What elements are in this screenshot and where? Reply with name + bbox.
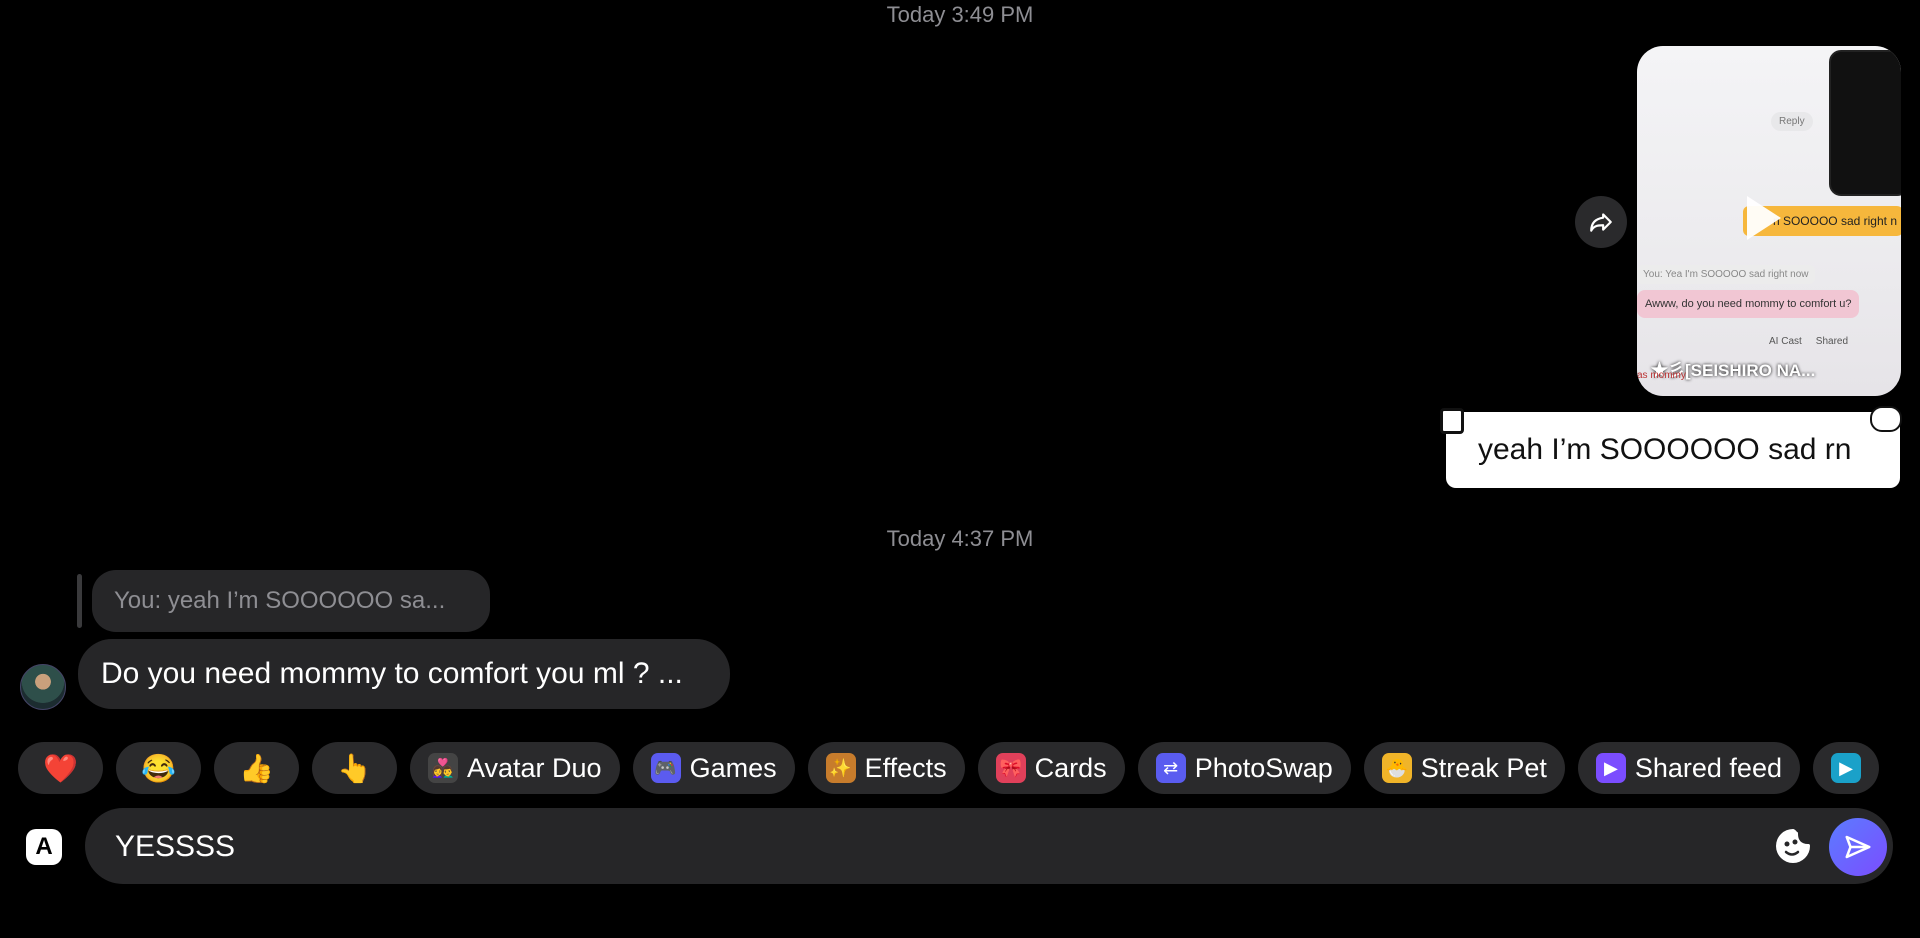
- scroll-curl-left-icon: [1440, 408, 1464, 434]
- laugh-reaction-button[interactable]: 😂: [116, 742, 201, 794]
- share-button[interactable]: [1575, 196, 1627, 248]
- reply-quote[interactable]: You: yeah I’m SOOOOOO sa...: [92, 570, 490, 632]
- laugh-icon: 😂: [141, 752, 176, 784]
- incoming-message-bubble[interactable]: Do you need mommy to comfort you ml ? ..…: [78, 639, 730, 709]
- shared-feed-label: Shared feed: [1634, 752, 1782, 783]
- effects-label: Effects: [864, 752, 947, 783]
- point-up-icon: 👆: [337, 752, 372, 784]
- avatar[interactable]: [20, 664, 66, 710]
- timestamp-2: Today 4:37 PM: [886, 526, 1034, 551]
- photoswap-icon: ⇄: [1155, 753, 1186, 783]
- outgoing-message-text: yeah I’m SOOOOOO sad rn: [1478, 433, 1852, 466]
- cards-button[interactable]: 🎀 Cards: [977, 742, 1125, 794]
- message-input[interactable]: [113, 808, 1757, 886]
- video-icon-label: Shared: [1815, 336, 1849, 347]
- photoswap-button[interactable]: ⇄ PhotoSwap: [1137, 742, 1351, 794]
- send-icon: [1845, 835, 1871, 859]
- reply-quote-text: You: yeah I’m SOOOOOO sa...: [114, 587, 446, 614]
- effects-button[interactable]: ✨ Effects: [807, 742, 965, 794]
- sticker-icon[interactable]: [1773, 826, 1813, 866]
- outgoing-message-bubble[interactable]: yeah I’m SOOOOOO sad rn: [1440, 406, 1902, 488]
- streak-pet-label: Streak Pet: [1420, 752, 1547, 783]
- video-bottom-text: as mommy: [1637, 370, 1686, 381]
- video-icon-row: AI Cast Shared: [1649, 336, 1901, 347]
- heart-reaction-button[interactable]: ❤️: [18, 742, 103, 794]
- shared-feed-button[interactable]: ▶ Shared feed: [1577, 742, 1800, 794]
- effects-icon: ✨: [825, 753, 856, 783]
- avatar-duo-icon: 👩‍❤️‍👨: [428, 753, 458, 783]
- keyboard-a-icon[interactable]: A: [26, 829, 62, 865]
- cards-label: Cards: [1034, 752, 1107, 783]
- games-icon: 🎮: [650, 753, 681, 783]
- quick-actions-bar: ❤️ 😂 👍 👆 👩‍❤️‍👨 Avatar Duo 🎮 Games ✨ Eff…: [18, 742, 1920, 796]
- video-thumbnail-inset: [1829, 50, 1901, 196]
- video-you-line: You: Yea I'm SOOOOO sad right now: [1637, 265, 1815, 284]
- shared-video-card[interactable]: Reply n SOOOOO sad right n You: Yea I'm …: [1637, 46, 1901, 396]
- thumbs-up-reaction-button[interactable]: 👍: [214, 742, 299, 794]
- cards-icon: 🎀: [995, 753, 1026, 783]
- point-up-reaction-button[interactable]: 👆: [312, 742, 397, 794]
- heart-icon: ❤️: [43, 752, 78, 784]
- streak-pet-button[interactable]: 🐣 Streak Pet: [1363, 742, 1565, 794]
- games-label: Games: [689, 752, 777, 783]
- video-reply-label: Reply: [1771, 112, 1813, 131]
- play-icon[interactable]: [1747, 196, 1781, 240]
- thumbs-up-icon: 👍: [239, 752, 274, 784]
- video-icon-label: AI Cast: [1769, 336, 1802, 347]
- avatar-duo-button[interactable]: 👩‍❤️‍👨 Avatar Duo: [410, 742, 620, 794]
- scroll-curl-right-icon: [1870, 406, 1902, 432]
- video-icon: ▶: [1830, 753, 1861, 783]
- photoswap-label: PhotoSwap: [1194, 752, 1333, 783]
- share-arrow-icon: [1590, 213, 1612, 232]
- reply-quote-bar: [77, 574, 82, 628]
- shared-feed-icon: ▶: [1595, 753, 1626, 783]
- send-button[interactable]: [1829, 818, 1887, 876]
- message-composer: [85, 808, 1893, 886]
- incoming-message-text: Do you need mommy to comfort you ml ? ..…: [101, 657, 683, 690]
- video-mommy-line: Awww, do you need mommy to comfort u?: [1637, 290, 1860, 318]
- streak-pet-icon: 🐣: [1381, 753, 1412, 783]
- more-action-button[interactable]: ▶: [1812, 742, 1879, 794]
- timestamp-1: Today 3:49 PM: [886, 2, 1034, 27]
- games-button[interactable]: 🎮 Games: [632, 742, 795, 794]
- avatar-duo-label: Avatar Duo: [467, 752, 602, 783]
